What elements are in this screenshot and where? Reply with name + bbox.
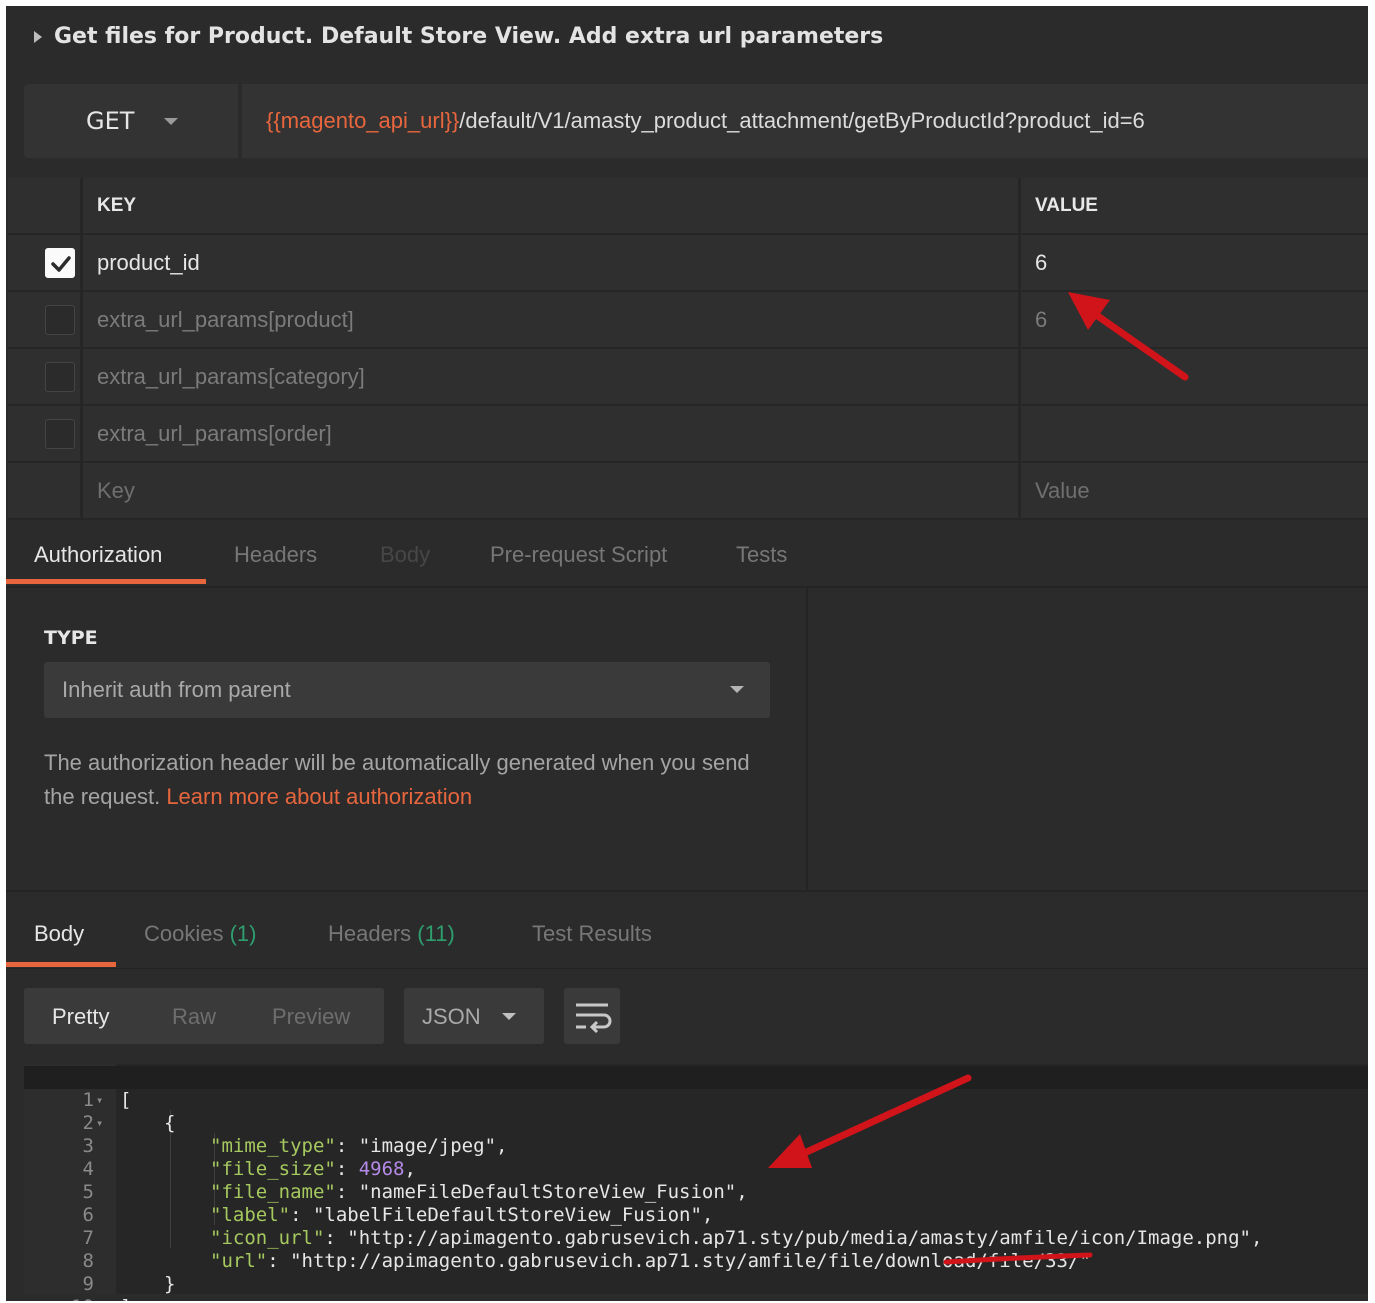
code-line: 6 "label": "labelFileDefaultStoreView_Fus… [24,1181,1368,1226]
mode-raw[interactable]: Raw [172,1004,216,1030]
tab-response-body[interactable]: Body [34,921,84,947]
param-row: extra_url_params[order] [8,406,1368,463]
param-checkbox-cell [8,349,83,404]
wrap-lines-icon [576,1003,612,1034]
key-header-label: KEY [97,194,137,216]
param-key-cell[interactable]: extra_url_params[category] [83,349,1021,404]
chevron-down-icon [730,686,744,693]
active-tab-indicator [6,579,206,584]
param-row: extra_url_params[category] [8,349,1368,406]
param-row: product_id 6 [8,235,1368,292]
language-value: JSON [422,1004,481,1029]
key-column-header: KEY [83,178,1021,233]
checkbox-checked-icon[interactable] [45,248,75,278]
line-number: 10 [64,1296,94,1301]
param-checkbox-cell [8,406,83,461]
tab-test-results[interactable]: Test Results [532,921,652,947]
param-key-cell[interactable]: extra_url_params[order] [83,406,1021,461]
param-value: 6 [1035,249,1048,275]
code-line: 9} [24,1250,1368,1295]
auth-description: The authorization header will be automat… [44,746,784,814]
url-path: /default/V1/amasty_product_attachment/ge… [459,108,1145,133]
auth-type-label: TYPE [44,627,98,649]
divider [6,890,1368,892]
chevron-down-icon [164,117,179,125]
params-header-row: KEY VALUE [8,178,1368,235]
url-variable: {{magento_api_url}} [266,108,460,133]
auth-type-value: Inherit auth from parent [62,677,291,702]
method-label: GET [86,107,135,135]
tab-response-headers[interactable]: Headers (11) [328,921,455,947]
param-value-cell[interactable]: 6 [1021,235,1368,290]
code-line: 2 ▾{ [24,1089,1368,1134]
tab-body[interactable]: Body [380,542,430,568]
method-selector[interactable]: GET [24,84,238,158]
param-checkbox-cell [8,292,83,347]
postman-request-panel: Get files for Product. Default Store Vie… [6,6,1368,1301]
request-title[interactable]: Get files for Product. Default Store Vie… [34,24,883,49]
param-key-cell[interactable]: extra_url_params[product] [83,292,1021,347]
code-line: 10] [24,1273,1368,1301]
auth-side-panel [808,588,1368,890]
chevron-down-icon [502,1013,516,1020]
code-line: 3 "mime_type": "image/jpeg", [24,1112,1368,1157]
param-value-cell[interactable]: 6 [1021,292,1368,347]
headers-label: Headers [328,921,412,946]
request-title-text: Get files for Product. Default Store Vie… [54,24,884,49]
code-line: 5 "file_name": "nameFileDefaultStoreView_… [24,1158,1368,1203]
param-checkbox-cell [8,235,83,290]
code-line: 4 "file_size": 4968, [24,1135,1368,1180]
headers-count: (11) [417,921,455,946]
param-key: product_id [97,249,200,275]
response-body-code[interactable]: 1 ▾[ 2 ▾{ 3 "mime_type": "image/jpeg", 4 "fi… [24,1064,1368,1301]
new-param-row: Key Value [8,463,1368,520]
tab-pre-request-script[interactable]: Pre-request Script [490,542,667,568]
active-tab-indicator [6,962,116,967]
tab-tests[interactable]: Tests [736,542,787,568]
view-mode-group: Pretty Raw Preview [24,988,384,1044]
param-value-cell[interactable] [1021,406,1368,461]
divider [6,968,1368,969]
param-key: extra_url_params[product] [97,306,354,332]
wrap-lines-button[interactable] [564,988,620,1044]
expand-triangle-icon[interactable] [34,30,42,43]
code-line: 7 "icon_url": "http://apimagento.gabrusev… [24,1204,1368,1249]
auth-panel [6,588,808,890]
code-text: ] [120,1296,131,1301]
cookies-label: Cookies [144,921,224,946]
code-line: 8 "url": "http://apimagento.gabrusevich.a… [24,1227,1368,1272]
cookies-count: (1) [229,921,257,946]
tab-authorization[interactable]: Authorization [34,542,162,568]
checkbox-unchecked[interactable] [45,362,75,392]
new-key-input[interactable]: Key [83,463,1021,518]
params-table: KEY VALUE product_id 6 extra_url_params[… [8,178,1368,522]
code-line: 1 ▾[ [24,1066,1368,1111]
language-select[interactable]: JSON [404,988,544,1044]
value-placeholder: Value [1035,477,1090,503]
key-placeholder: Key [97,477,135,503]
param-key: extra_url_params[order] [97,420,332,446]
auth-type-select[interactable]: Inherit auth from parent [44,662,770,718]
url-input[interactable]: {{magento_api_url}}/default/V1/amasty_pr… [242,84,1368,158]
new-value-input[interactable]: Value [1021,463,1368,518]
param-checkbox-cell [8,463,83,518]
checkbox-unchecked[interactable] [45,419,75,449]
value-header-label: VALUE [1035,194,1098,216]
value-column-header: VALUE [1021,178,1368,233]
mode-pretty[interactable]: Pretty [52,1004,109,1030]
learn-more-link[interactable]: Learn more about authorization [166,784,472,809]
header-checkbox-cell [8,178,83,233]
param-key: extra_url_params[category] [97,363,365,389]
checkbox-unchecked[interactable] [45,305,75,335]
request-tabs: Authorization Headers Body Pre-request S… [6,522,1368,588]
param-value: 6 [1035,306,1048,332]
param-value-cell[interactable] [1021,349,1368,404]
mode-preview[interactable]: Preview [272,1004,350,1030]
tab-cookies[interactable]: Cookies (1) [144,921,257,947]
param-row: extra_url_params[product] 6 [8,292,1368,349]
tab-headers[interactable]: Headers [234,542,317,568]
param-key-cell[interactable]: product_id [83,235,1021,290]
